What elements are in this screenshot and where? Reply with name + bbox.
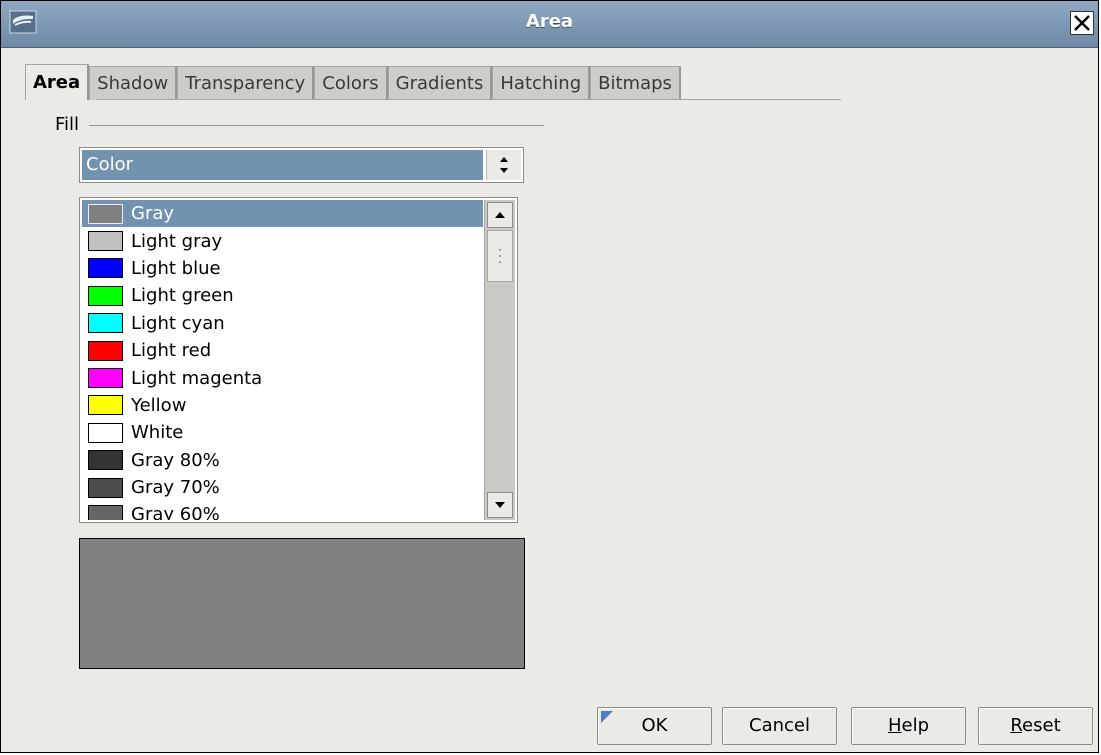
tab-colors[interactable]: Colors xyxy=(314,66,388,100)
color-swatch xyxy=(88,203,123,224)
default-button-marker-icon xyxy=(601,711,613,723)
scroll-up-button[interactable] xyxy=(487,202,513,228)
fill-type-value: Color xyxy=(82,150,483,180)
help-button[interactable]: Help xyxy=(851,707,966,745)
tab-area[interactable]: Area xyxy=(25,64,90,100)
color-name: Yellow xyxy=(131,394,187,416)
color-swatch xyxy=(88,395,123,416)
tab-hatching[interactable]: Hatching xyxy=(492,66,591,100)
help-button-mnemonic: H xyxy=(887,715,902,736)
color-list-scrollbar[interactable] xyxy=(484,200,515,520)
title-bar[interactable]: Area xyxy=(1,1,1098,48)
cancel-button[interactable]: Cancel xyxy=(722,707,837,745)
color-swatch xyxy=(88,231,123,252)
color-name: Light gray xyxy=(131,230,223,252)
arrow-up-icon xyxy=(495,212,505,218)
dialog-title: Area xyxy=(525,11,574,32)
color-swatch xyxy=(88,504,123,520)
color-name: Gray xyxy=(131,203,175,225)
scroll-down-button[interactable] xyxy=(487,492,513,518)
color-list-items: Gray Light gray Light blue Light green Light… xyxy=(82,200,483,520)
color-name: Gray 80% xyxy=(131,449,220,471)
color-name: White xyxy=(131,422,184,444)
color-list[interactable]: Gray Light gray Light blue Light green Light… xyxy=(79,197,518,523)
color-list-item[interactable]: Light gray xyxy=(82,227,483,254)
color-swatch xyxy=(88,422,123,443)
fill-preview xyxy=(79,538,525,669)
arrow-down-icon xyxy=(495,502,505,508)
color-list-item[interactable]: Gray xyxy=(82,200,483,228)
scroll-thumb[interactable] xyxy=(487,230,513,282)
tab-gradients[interactable]: Gradients xyxy=(387,66,493,100)
color-swatch xyxy=(88,340,123,361)
help-button-label: elp xyxy=(901,715,930,736)
color-list-item[interactable]: Gray 70% xyxy=(82,474,483,501)
color-swatch xyxy=(88,313,123,334)
color-swatch xyxy=(88,368,123,389)
color-list-item[interactable]: Light blue xyxy=(82,255,483,282)
fill-type-spinner[interactable] xyxy=(486,150,521,180)
color-name: Light blue xyxy=(131,257,221,279)
color-list-item[interactable]: Light magenta xyxy=(82,364,483,391)
fill-section-label: Fill xyxy=(55,114,80,135)
ok-button[interactable]: OK xyxy=(597,707,712,745)
grip-icon xyxy=(499,249,501,263)
tab-shadow[interactable]: Shadow xyxy=(89,66,178,100)
ok-button-label: OK xyxy=(641,715,668,736)
reset-button-label: eset xyxy=(1022,715,1061,736)
color-list-item[interactable]: Light cyan xyxy=(82,310,483,337)
close-button[interactable] xyxy=(1070,11,1094,35)
color-swatch xyxy=(88,450,123,471)
fill-section-divider xyxy=(89,125,544,126)
color-name: Gray 60% xyxy=(131,504,220,520)
reset-button-mnemonic: R xyxy=(1010,715,1023,736)
tab-bar: Area Shadow Transparency Colors Gradient… xyxy=(25,64,681,100)
color-list-item[interactable]: White xyxy=(82,419,483,446)
color-name: Light cyan xyxy=(131,312,225,334)
tab-transparency[interactable]: Transparency xyxy=(177,66,315,100)
color-name: Light red xyxy=(131,340,212,362)
color-list-item[interactable]: Yellow xyxy=(82,392,483,419)
color-list-item[interactable]: Gray 80% xyxy=(82,447,483,474)
spin-arrows-icon xyxy=(500,157,508,173)
color-name: Light green xyxy=(131,285,234,307)
color-list-item[interactable]: Light green xyxy=(82,282,483,309)
color-swatch xyxy=(88,258,123,279)
color-name: Light magenta xyxy=(131,367,263,389)
color-list-item[interactable]: Light red xyxy=(82,337,483,364)
reset-button[interactable]: Reset xyxy=(978,707,1093,745)
close-icon xyxy=(1074,15,1090,31)
color-swatch xyxy=(88,477,123,498)
cancel-button-label: Cancel xyxy=(749,715,810,736)
tab-bitmaps[interactable]: Bitmaps xyxy=(590,66,681,100)
color-name: Gray 70% xyxy=(131,477,220,499)
area-dialog: Area Area Shadow Transparency Colors Gra… xyxy=(0,0,1099,753)
color-list-item[interactable]: Gray 60% xyxy=(82,501,483,520)
tab-divider xyxy=(97,99,841,100)
color-swatch xyxy=(88,285,123,306)
fill-type-select[interactable]: Color xyxy=(79,147,524,183)
